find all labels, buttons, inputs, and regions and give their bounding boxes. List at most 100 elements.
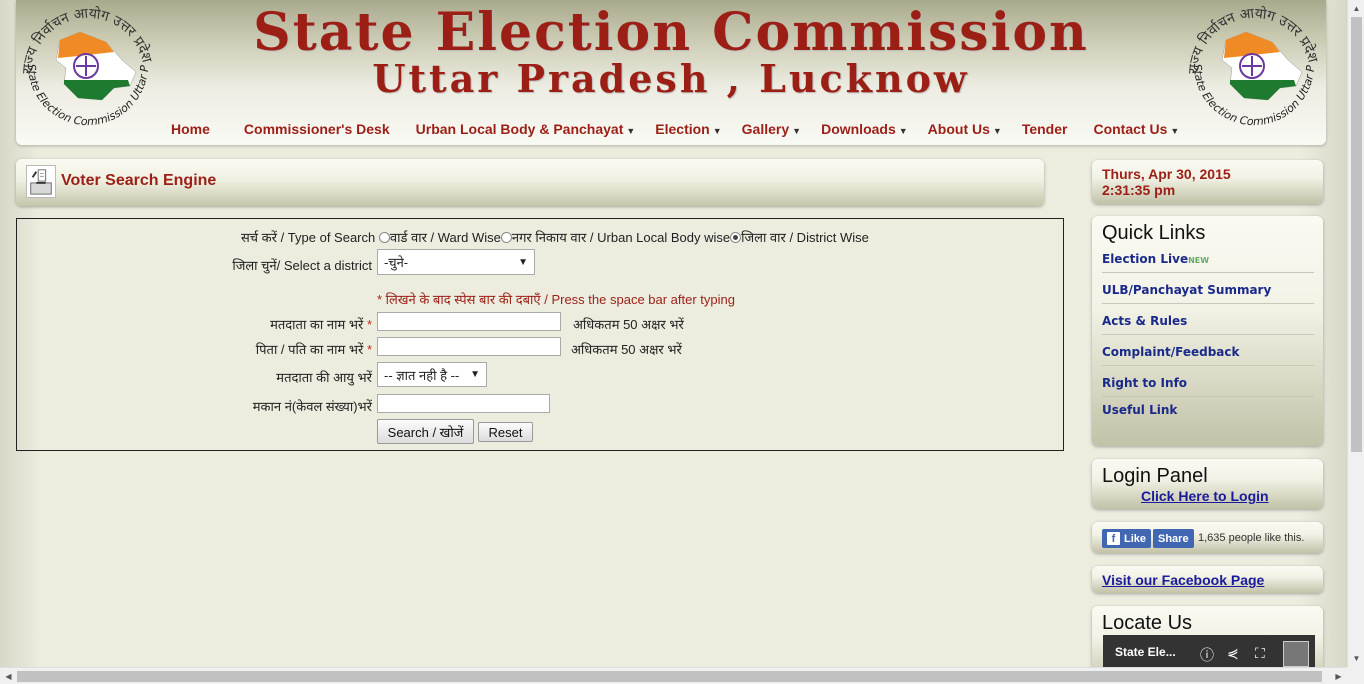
voter-name-label: मतदाता का नाम भरें * — [270, 315, 372, 333]
site-subtitle: Uttar Pradesh , Lucknow — [372, 56, 970, 101]
nav-label: Commissioner's Desk — [243, 121, 390, 137]
father-name-label-text: पिता / पति का नाम भरें — [255, 342, 364, 357]
scroll-down-icon[interactable]: ▼ — [1348, 650, 1364, 667]
radio-ward-wise[interactable] — [378, 232, 390, 243]
page: राज्य निर्वाचन आयोग उत्तर प्रदेश State E… — [0, 0, 1347, 667]
login-link[interactable]: Click Here to Login — [1141, 488, 1269, 504]
locate-us-title: Locate Us — [1102, 612, 1193, 634]
radio-ward-label: वार्ड वार / Ward Wise — [389, 230, 501, 245]
caret-down-icon: ▼ — [898, 126, 908, 136]
voter-name-label-text: मतदाता का नाम भरें — [270, 317, 364, 332]
search-type-row: सर्च करें / Type of Search वार्ड वार / W… — [241, 228, 869, 246]
voter-search-title-bar: Voter Search Engine — [16, 159, 1044, 206]
current-time: 2:31:35 pm — [1102, 182, 1176, 198]
map-embed[interactable]: State Ele... ⓘ ⋞ ⛶ — [1103, 635, 1315, 667]
info-icon[interactable]: ⓘ — [1200, 645, 1214, 665]
quick-links-panel: Quick Links Election LiveNEW ULB/Panchay… — [1092, 216, 1323, 446]
quick-link-complaint[interactable]: Complaint/Feedback — [1102, 345, 1314, 366]
nav-about-us[interactable]: About Us ▼ — [918, 121, 1012, 143]
required-mark: * — [366, 317, 372, 332]
father-name-input[interactable] — [377, 337, 561, 356]
quick-link-election-live[interactable]: Election LiveNEW — [1102, 252, 1314, 273]
nav-label: About Us — [927, 121, 990, 137]
radio-ulb-wise[interactable] — [500, 232, 512, 243]
age-select-value: -- ज्ञात नही है -- — [384, 367, 460, 383]
nav-label: Urban Local Body & Panchayat — [415, 121, 624, 137]
quick-link-ulb-summary[interactable]: ULB/Panchayat Summary — [1102, 283, 1314, 304]
voter-name-input[interactable] — [377, 312, 561, 331]
site-title: State Election Commission — [253, 2, 1089, 63]
quick-link-useful[interactable]: Useful Link — [1102, 403, 1314, 423]
nav-election[interactable]: Election ▼ — [645, 121, 731, 143]
house-number-label: मकान नं(केवल संख्या)भरें — [252, 399, 372, 414]
nav-urban-local-body[interactable]: Urban Local Body & Panchayat ▼ — [406, 121, 646, 143]
scroll-left-icon[interactable]: ◀ — [0, 668, 17, 684]
radio-ulb-label: नगर निकाय वार / Urban Local Body wise — [511, 230, 731, 245]
required-mark: * — [366, 342, 372, 357]
quick-links-title: Quick Links — [1102, 222, 1206, 244]
datetime-display: Thurs, Apr 30, 2015 2:31:35 pm — [1102, 166, 1231, 198]
login-panel-title: Login Panel — [1102, 465, 1208, 487]
age-label: मतदाता की आयु भरें — [276, 370, 372, 385]
caret-down-icon: ▼ — [792, 126, 802, 136]
quick-link-rti[interactable]: Right to Info — [1102, 376, 1314, 397]
district-label: जिला चुनें/ Select a district — [232, 258, 372, 273]
voter-search-title: Voter Search Engine — [61, 172, 217, 189]
main-nav: Home Commissioner's Desk Urban Local Bod… — [161, 121, 1189, 143]
nav-commissioners-desk[interactable]: Commissioner's Desk — [234, 121, 400, 143]
nav-label: Contact Us — [1093, 121, 1168, 137]
radio-district-wise[interactable] — [730, 232, 742, 243]
fb-like-label: Like — [1124, 532, 1147, 545]
share-icon[interactable]: ⋞ — [1227, 645, 1239, 662]
nav-contact-us[interactable]: Contact Us ▼ — [1083, 121, 1189, 143]
vertical-scroll-thumb[interactable] — [1351, 17, 1362, 452]
vertical-scrollbar[interactable]: ▲ ▼ — [1347, 0, 1364, 667]
facebook-share-button[interactable]: Share — [1153, 529, 1194, 548]
nav-label: Gallery — [741, 121, 790, 137]
caret-down-icon: ▼ — [992, 126, 1002, 136]
nav-downloads[interactable]: Downloads ▼ — [811, 121, 918, 143]
nav-home[interactable]: Home — [161, 121, 220, 143]
scroll-up-icon[interactable]: ▲ — [1348, 0, 1364, 17]
nav-gallery[interactable]: Gallery ▼ — [732, 121, 811, 143]
map-thumbnail — [1283, 641, 1309, 667]
ballot-box-icon — [26, 165, 56, 198]
reset-button[interactable]: Reset — [478, 422, 533, 442]
nav-tender[interactable]: Tender — [1012, 121, 1078, 143]
facebook-like-button[interactable]: f Like — [1102, 529, 1152, 548]
father-name-label: पिता / पति का नाम भरें * — [256, 340, 372, 358]
voter-search-form: सर्च करें / Type of Search वार्ड वार / W… — [16, 218, 1064, 451]
login-panel: Login Panel Click Here to Login — [1092, 459, 1323, 509]
facebook-page-link[interactable]: Visit our Facebook Page — [1102, 572, 1264, 588]
site-header: राज्य निर्वाचन आयोग उत्तर प्रदेश State E… — [16, 0, 1326, 145]
age-select[interactable]: -- ज्ञात नही है -- ▼ — [377, 362, 487, 387]
house-number-input[interactable] — [377, 394, 550, 413]
horizontal-scroll-thumb[interactable] — [17, 671, 1322, 682]
facebook-page-panel: Visit our Facebook Page — [1092, 566, 1323, 593]
search-button[interactable]: Search / खोजें — [377, 419, 474, 444]
district-select[interactable]: -चुने- ▼ — [377, 249, 535, 275]
datetime-panel: Thurs, Apr 30, 2015 2:31:35 pm — [1092, 160, 1323, 204]
nav-label: Election — [655, 121, 710, 137]
facebook-like-panel: f Like Share 1,635 people like this. — [1092, 522, 1323, 553]
quick-link-acts-rules[interactable]: Acts & Rules — [1102, 314, 1314, 335]
current-date: Thurs, Apr 30, 2015 — [1102, 166, 1231, 182]
district-select-value: -चुने- — [384, 255, 409, 270]
map-title: State Ele... — [1115, 645, 1176, 659]
fullscreen-icon[interactable]: ⛶ — [1255, 645, 1265, 662]
live-badge: NEW — [1188, 256, 1210, 265]
radio-district-label: जिला वार / District Wise — [741, 230, 869, 245]
caret-down-icon: ▼ — [712, 126, 722, 136]
nav-label: Home — [171, 121, 210, 137]
chevron-down-icon: ▼ — [518, 256, 528, 268]
commission-logo-right: राज्य निर्वाचन आयोग उत्तर प्रदेश State E… — [1184, 2, 1321, 128]
scroll-right-icon[interactable]: ▶ — [1330, 668, 1347, 684]
horizontal-scrollbar[interactable]: ◀ ▶ — [0, 667, 1347, 684]
space-bar-hint: * लिखने के बाद स्पेस बार की दबाएँ / Pres… — [377, 292, 735, 307]
caret-down-icon: ▼ — [1170, 126, 1180, 136]
caret-down-icon: ▼ — [626, 126, 636, 136]
facebook-icon: f — [1107, 532, 1120, 545]
nav-label: Downloads — [821, 121, 896, 137]
facebook-like-count: 1,635 people like this. — [1198, 532, 1305, 544]
voter-name-limit: अधिकतम 50 अक्षर भरें — [573, 317, 684, 332]
